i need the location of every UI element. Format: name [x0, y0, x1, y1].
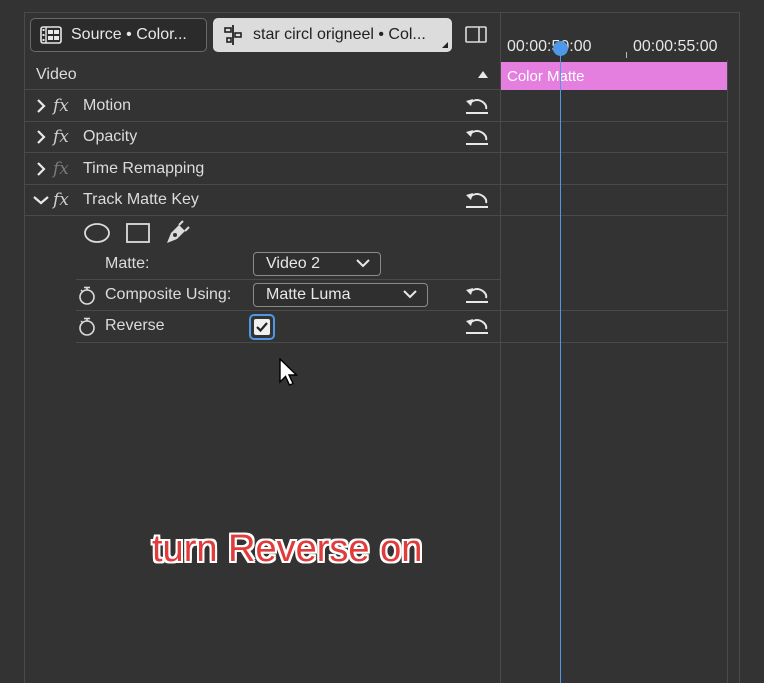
chevron-down-icon: [403, 290, 417, 299]
playhead-line[interactable]: [560, 48, 561, 683]
chevron-right-icon[interactable]: [29, 162, 53, 176]
reset-icon[interactable]: [464, 96, 490, 116]
mouse-cursor-icon: [279, 357, 299, 393]
tab-source-label: Source • Color...: [71, 26, 187, 43]
tab-effect-controls[interactable]: star circl origneel • Col...: [213, 18, 452, 52]
timeline-row: [501, 154, 728, 185]
panel-toggle-icon[interactable]: [464, 24, 488, 46]
reset-icon[interactable]: [464, 316, 490, 336]
checkmark-icon: [254, 319, 270, 335]
composite-value: Matte Luma: [266, 286, 351, 303]
timeline-row: [501, 311, 728, 343]
chevron-down-icon: [356, 259, 370, 268]
effect-label: Time Remapping: [83, 160, 205, 177]
timecode-end: 00:00:55:00: [633, 38, 718, 55]
fx-icon[interactable]: fx: [53, 127, 79, 147]
tutorial-annotation: turn Reverse on: [152, 528, 423, 570]
effect-label: Motion: [83, 97, 132, 114]
reset-icon[interactable]: [464, 285, 490, 305]
clip-label: Color Matte: [507, 67, 585, 85]
chevron-right-icon[interactable]: [29, 99, 53, 113]
timeline-row: [501, 91, 728, 122]
tab-menu-corner-icon[interactable]: [442, 42, 448, 48]
timeline-row: [501, 280, 728, 311]
matte-label: Matte:: [105, 255, 150, 272]
effect-row-time-remapping[interactable]: fx Time Remapping: [25, 154, 500, 185]
timeline-edge: [727, 60, 728, 683]
stopwatch-icon[interactable]: [78, 286, 96, 311]
film-strip-icon: [31, 25, 71, 45]
tab-effect-controls-label: star circl origneel • Col...: [253, 26, 426, 43]
reset-icon[interactable]: [464, 127, 490, 147]
effect-label: Track Matte Key: [83, 191, 199, 208]
reverse-label: Reverse: [105, 317, 165, 334]
composite-dropdown[interactable]: Matte Luma: [253, 283, 428, 307]
collapse-up-icon[interactable]: [477, 70, 489, 79]
param-row-matte: Matte: Video 2: [76, 249, 500, 280]
color-matte-clip[interactable]: Color Matte: [501, 62, 727, 90]
ruler-tick: [626, 52, 627, 58]
playhead-handle[interactable]: [553, 41, 568, 56]
pen-mask-icon[interactable]: [164, 220, 190, 251]
composite-label: Composite Using:: [105, 286, 232, 303]
rectangle-mask-icon[interactable]: [125, 222, 151, 249]
fx-icon[interactable]: fx: [53, 96, 79, 116]
param-row-reverse: Reverse: [76, 311, 500, 343]
reverse-checkbox[interactable]: [249, 314, 275, 340]
video-section-label: Video: [36, 66, 77, 83]
reset-icon[interactable]: [464, 190, 490, 210]
effect-label: Opacity: [83, 128, 138, 145]
fx-icon[interactable]: fx: [53, 190, 79, 210]
video-section-header[interactable]: Video: [25, 60, 500, 90]
param-row-composite: Composite Using: Matte Luma: [76, 280, 500, 311]
timeline-row: [501, 185, 728, 216]
timecode-start: 00:00:50:00: [507, 38, 592, 55]
ellipse-mask-icon[interactable]: [83, 222, 111, 249]
matte-dropdown[interactable]: Video 2: [253, 252, 381, 276]
effect-controls-icon: [213, 24, 253, 46]
effect-row-opacity[interactable]: fx Opacity: [25, 122, 500, 153]
stopwatch-icon[interactable]: [78, 317, 96, 342]
timeline-row: [501, 122, 728, 153]
effect-row-motion[interactable]: fx Motion: [25, 91, 500, 122]
effect-row-track-matte-key[interactable]: fx Track Matte Key: [25, 185, 500, 216]
tab-source[interactable]: Source • Color...: [30, 18, 207, 52]
chevron-down-icon[interactable]: [29, 195, 53, 205]
chevron-right-icon[interactable]: [29, 130, 53, 144]
matte-value: Video 2: [266, 255, 320, 272]
fx-icon: fx: [53, 159, 69, 179]
